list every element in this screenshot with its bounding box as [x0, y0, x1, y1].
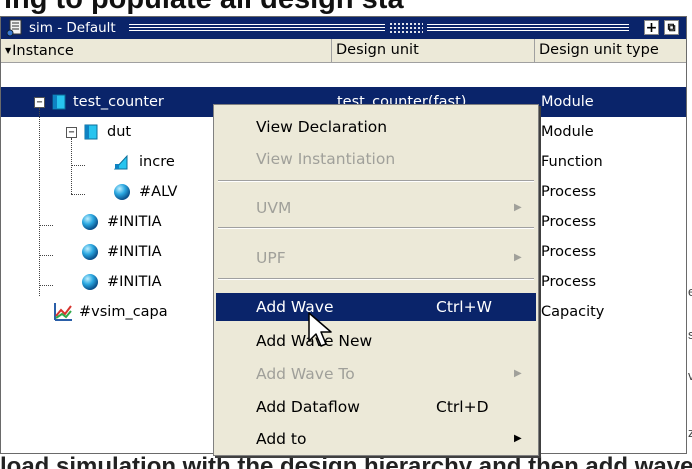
title-grip-left-line — [129, 30, 385, 31]
background-char: z — [688, 425, 692, 440]
background-char: v — [688, 368, 692, 383]
menu-item-label: Add to — [256, 430, 307, 448]
collapse-icon[interactable]: − — [66, 127, 77, 138]
instance-name: incre — [139, 154, 175, 170]
mouse-cursor-icon — [308, 312, 332, 347]
column-instance-label: Instance — [12, 43, 74, 59]
menu-item-add-dataflow[interactable]: Add Dataflow Ctrl+D — [216, 393, 536, 421]
title-grip-right — [427, 24, 629, 28]
function-icon — [113, 154, 128, 170]
design-unit-type: Module — [541, 124, 594, 140]
submenu-arrow-icon: ▶ — [514, 202, 522, 213]
background-char: s — [688, 327, 692, 342]
instance-name: test_counter — [73, 94, 164, 110]
menu-item-shortcut: Ctrl+W — [436, 298, 492, 316]
design-unit-type: Capacity — [541, 304, 605, 320]
submenu-arrow-icon: ▶ — [514, 433, 522, 444]
process-icon — [82, 274, 98, 290]
background-heading: ing to populate all design sta — [4, 0, 404, 16]
title-grip-right-line — [427, 30, 629, 31]
title-bar[interactable]: sim - Default + ⧉ — [1, 17, 686, 39]
menu-item-label: View Instantiation — [256, 150, 396, 168]
sort-arrow-icon: ▼ — [5, 46, 12, 55]
menu-item-view-instantiation[interactable]: View Instantiation — [216, 145, 536, 173]
column-design-unit-type[interactable]: Design unit type — [535, 39, 686, 62]
design-unit-type: Function — [541, 154, 603, 170]
design-unit-type: Process — [541, 244, 597, 260]
menu-separator — [218, 180, 534, 182]
column-design-unit-type-label: Design unit type — [539, 42, 659, 58]
column-design-unit[interactable]: Design unit — [332, 39, 535, 62]
menu-item-add-wave-new[interactable]: Add Wave New — [216, 327, 536, 355]
drag-handle-icon[interactable] — [389, 22, 423, 34]
submenu-arrow-icon: ▶ — [514, 252, 522, 263]
menu-item-label: UVM — [256, 199, 292, 217]
column-design-unit-label: Design unit — [336, 42, 419, 58]
context-menu: View Declaration View Instantiation UVM … — [213, 104, 539, 456]
menu-item-label: View Declaration — [256, 118, 388, 136]
module-icon — [84, 124, 98, 140]
process-icon — [82, 214, 98, 230]
capacity-icon — [54, 303, 72, 321]
plus-icon[interactable]: + — [644, 20, 659, 35]
background-char: e — [688, 284, 692, 299]
menu-item-uvm[interactable]: UVM ▶ — [216, 194, 536, 222]
instance-name: #vsim_capa — [79, 304, 168, 320]
menu-separator — [218, 227, 534, 229]
column-instance[interactable]: ▼Instance — [1, 39, 332, 62]
menu-item-add-wave[interactable]: Add Wave Ctrl+W — [216, 293, 536, 321]
instance-name: #INITIA — [107, 244, 162, 260]
window-title: sim - Default — [29, 20, 116, 36]
design-unit-type: Process — [541, 214, 597, 230]
instance-name: #ALV — [139, 184, 178, 200]
design-unit-type: Module — [541, 94, 594, 110]
undock-icon[interactable]: ⧉ — [664, 20, 679, 35]
menu-item-label: UPF — [256, 249, 286, 267]
instance-name: dut — [107, 124, 132, 140]
menu-item-upf[interactable]: UPF ▶ — [216, 244, 536, 272]
instance-name: #INITIA — [107, 274, 162, 290]
process-icon — [114, 184, 130, 200]
collapse-icon[interactable]: − — [34, 97, 45, 108]
menu-item-add-wave-to[interactable]: Add Wave To ▶ — [216, 360, 536, 388]
menu-item-label: Add Wave To — [256, 365, 355, 383]
menu-separator — [218, 278, 534, 280]
menu-item-view-declaration[interactable]: View Declaration — [216, 113, 536, 141]
design-unit-type: Process — [541, 184, 597, 200]
menu-item-shortcut: Ctrl+D — [436, 398, 489, 416]
instance-name: #INITIA — [107, 214, 162, 230]
module-icon — [52, 94, 66, 110]
menu-item-add-to[interactable]: Add to ▶ — [216, 425, 536, 453]
title-grip-left — [129, 24, 385, 28]
submenu-arrow-icon: ▶ — [514, 368, 522, 379]
column-header: ▼Instance Design unit Design unit type — [1, 39, 686, 63]
process-icon — [82, 244, 98, 260]
design-unit-type: Process — [541, 274, 597, 290]
sim-window-icon — [6, 19, 22, 37]
menu-item-label: Add Dataflow — [256, 398, 360, 416]
